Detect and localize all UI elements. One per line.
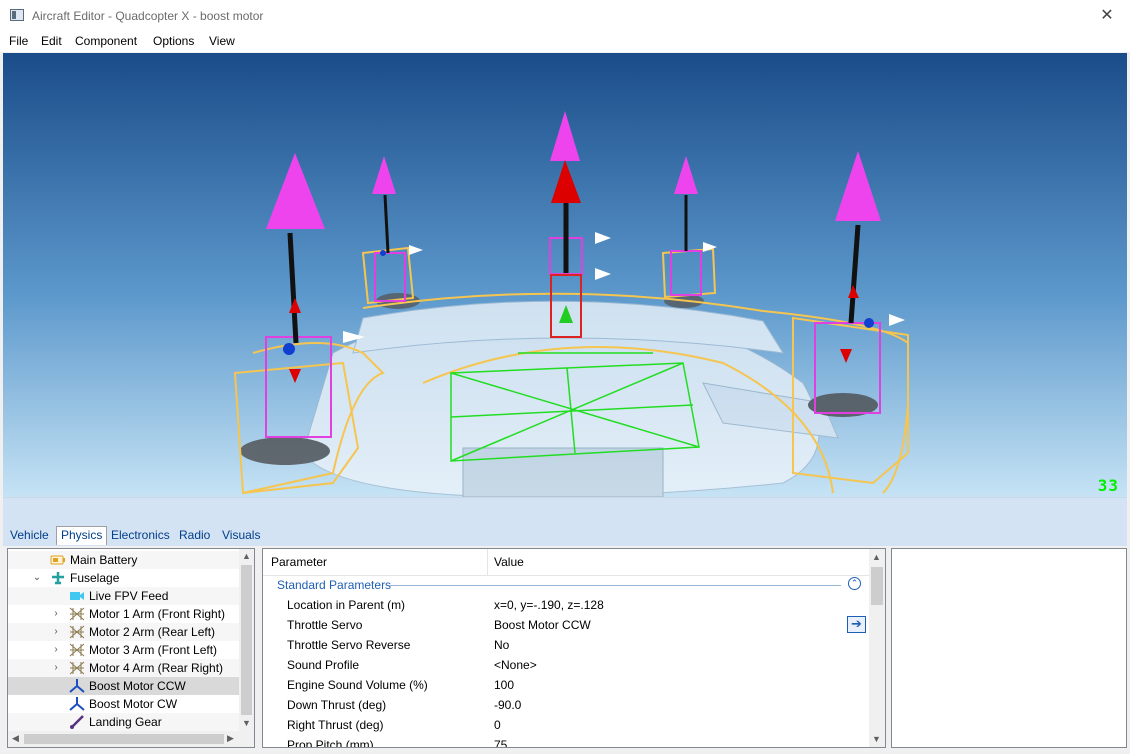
column-value[interactable]: Value bbox=[494, 555, 524, 569]
tab-visuals[interactable]: Visuals bbox=[218, 527, 264, 545]
property-row[interactable]: Sound Profile <None> bbox=[263, 656, 869, 676]
column-parameter[interactable]: Parameter bbox=[271, 555, 327, 569]
component-tree[interactable]: Main Battery ⌄ Fuselage Live FPV Feed › … bbox=[7, 548, 255, 748]
scroll-thumb[interactable] bbox=[24, 734, 224, 744]
tree-horizontal-scrollbar[interactable]: ◀ ▶ bbox=[8, 731, 254, 747]
property-vertical-scrollbar[interactable]: ▲ ▼ bbox=[869, 549, 885, 747]
tree-vertical-scrollbar[interactable]: ▲ ▼ bbox=[239, 549, 254, 731]
property-grid[interactable]: Parameter Value Standard Parameters ⌃ Lo… bbox=[262, 548, 886, 748]
property-row[interactable]: Throttle Servo Boost Motor CCW bbox=[263, 616, 869, 636]
section-standard-parameters[interactable]: Standard Parameters ⌃ bbox=[263, 576, 869, 594]
tree-item-motor-4-arm[interactable]: › Motor 4 Arm (Rear Right) bbox=[8, 659, 240, 677]
scroll-down-arrow[interactable]: ▼ bbox=[239, 716, 254, 731]
menu-bar: File Edit Component Options View bbox=[0, 32, 1130, 52]
column-divider[interactable] bbox=[487, 549, 488, 575]
scroll-right-arrow[interactable]: ▶ bbox=[223, 731, 238, 746]
menu-options[interactable]: Options bbox=[153, 34, 194, 48]
tree-item-motor-2-arm[interactable]: › Motor 2 Arm (Rear Left) bbox=[8, 623, 240, 641]
chevron-down-icon[interactable]: ⌄ bbox=[32, 569, 42, 587]
tree-item-landing-gear[interactable]: Landing Gear bbox=[8, 713, 240, 731]
menu-view[interactable]: View bbox=[209, 34, 235, 48]
property-row[interactable]: Down Thrust (deg) -90.0 bbox=[263, 696, 869, 716]
panel-splitter[interactable] bbox=[3, 497, 1127, 522]
goto-servo-arrow-icon[interactable]: ➔ bbox=[847, 616, 866, 633]
propeller-icon bbox=[69, 679, 85, 693]
3d-viewport[interactable]: 33 bbox=[3, 53, 1127, 497]
property-row[interactable]: Location in Parent (m) x=0, y=-.190, z=.… bbox=[263, 596, 869, 616]
property-row[interactable]: Right Thrust (deg) 0 bbox=[263, 716, 869, 736]
scroll-up-arrow[interactable]: ▲ bbox=[869, 550, 884, 565]
tree-item-boost-motor-cw[interactable]: Boost Motor CW bbox=[8, 695, 240, 713]
section-divider bbox=[389, 585, 841, 586]
tab-vehicle[interactable]: Vehicle bbox=[6, 527, 53, 545]
battery-icon bbox=[50, 555, 65, 565]
airplane-icon bbox=[52, 572, 64, 585]
preview-panel bbox=[891, 548, 1127, 748]
truss-arm-icon bbox=[69, 607, 85, 621]
property-row[interactable]: Engine Sound Volume (%) 100 bbox=[263, 676, 869, 696]
menu-component[interactable]: Component bbox=[75, 34, 137, 48]
property-grid-header: Parameter Value bbox=[263, 549, 869, 576]
property-row[interactable]: Throttle Servo Reverse No bbox=[263, 636, 869, 656]
scroll-thumb[interactable] bbox=[241, 565, 252, 715]
propeller-icon bbox=[69, 697, 85, 711]
close-button[interactable]: ✕ bbox=[1084, 0, 1130, 32]
tab-electronics[interactable]: Electronics bbox=[107, 527, 174, 545]
tree-item-motor-1-arm[interactable]: › Motor 1 Arm (Front Right) bbox=[8, 605, 240, 623]
title-bar: Aircraft Editor - Quadcopter X - boost m… bbox=[0, 0, 1130, 32]
window-title: Aircraft Editor - Quadcopter X - boost m… bbox=[32, 9, 264, 23]
landing-gear-icon bbox=[70, 715, 84, 729]
camera-icon bbox=[70, 592, 84, 600]
tree-item-live-fpv-feed[interactable]: Live FPV Feed bbox=[8, 587, 240, 605]
menu-edit[interactable]: Edit bbox=[41, 34, 62, 48]
tree-item-motor-3-arm[interactable]: › Motor 3 Arm (Front Left) bbox=[8, 641, 240, 659]
chevron-right-icon[interactable]: › bbox=[51, 641, 61, 659]
chevron-right-icon[interactable]: › bbox=[51, 623, 61, 641]
truss-arm-icon bbox=[69, 625, 85, 639]
tab-radio[interactable]: Radio bbox=[175, 527, 214, 545]
scroll-left-arrow[interactable]: ◀ bbox=[8, 731, 23, 746]
truss-arm-icon bbox=[69, 661, 85, 675]
chevron-right-icon[interactable]: › bbox=[51, 659, 61, 677]
chevron-right-icon[interactable]: › bbox=[51, 605, 61, 623]
collapse-icon[interactable]: ⌃ bbox=[848, 577, 861, 590]
tree-item-boost-motor-ccw[interactable]: Boost Motor CCW bbox=[8, 677, 240, 695]
editor-tabs: Vehicle Physics Electronics Radio Visual… bbox=[3, 522, 1127, 546]
menu-file[interactable]: File bbox=[9, 34, 28, 48]
scroll-thumb[interactable] bbox=[871, 567, 883, 605]
tab-physics[interactable]: Physics bbox=[56, 526, 108, 545]
scroll-up-arrow[interactable]: ▲ bbox=[239, 549, 254, 564]
tree-item-main-battery[interactable]: Main Battery bbox=[8, 551, 240, 569]
aircraft-scene[interactable] bbox=[3, 53, 1127, 497]
property-row[interactable]: Prop Pitch (mm) 75 bbox=[263, 736, 869, 747]
truss-arm-icon bbox=[69, 643, 85, 657]
tree-item-fuselage[interactable]: ⌄ Fuselage bbox=[8, 569, 240, 587]
scroll-down-arrow[interactable]: ▼ bbox=[869, 732, 884, 747]
section-label: Standard Parameters bbox=[277, 578, 392, 592]
app-icon bbox=[10, 9, 24, 21]
fps-counter: 33 bbox=[1097, 476, 1119, 495]
